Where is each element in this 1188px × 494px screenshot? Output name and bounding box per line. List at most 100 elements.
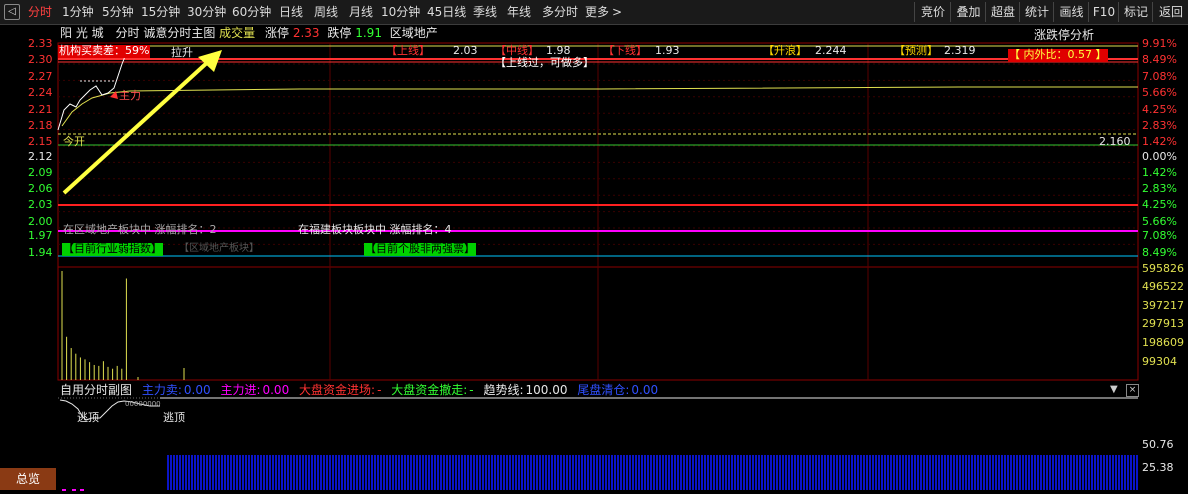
escape-top-label-2: 逃顶 bbox=[163, 411, 185, 424]
percent-axis-label: 7.08% bbox=[1142, 229, 1177, 242]
open-value: 2.160 bbox=[1099, 135, 1131, 148]
percent-axis-label: 9.91% bbox=[1142, 37, 1177, 50]
inner-outer-ratio: 【 内外比：0.57 】 bbox=[1008, 48, 1108, 62]
market-out-value: - bbox=[469, 383, 474, 397]
period-tab-0[interactable]: 分时 bbox=[28, 0, 52, 24]
toolbar-button-1[interactable]: 叠加 bbox=[950, 2, 986, 22]
percent-axis-label: 1.42% bbox=[1142, 135, 1177, 148]
limit-up-value: 2.33 bbox=[292, 26, 320, 40]
rise-wave-label: 【升浪】 bbox=[763, 44, 807, 57]
volume-axis-label: 496522 bbox=[1142, 280, 1184, 293]
mode-label: 分时 bbox=[115, 26, 140, 40]
price-axis-label: 2.06 bbox=[28, 182, 53, 195]
price-axis-label: 1.97 bbox=[28, 229, 53, 242]
percent-axis-label: 8.49% bbox=[1142, 53, 1177, 66]
period-tab-11[interactable]: 季线 bbox=[473, 0, 497, 24]
sub-axis-label: 25.38 bbox=[1142, 461, 1174, 474]
sub-dropdown-icon[interactable]: ▼ bbox=[1110, 384, 1118, 395]
period-tab-2[interactable]: 5分钟 bbox=[102, 0, 134, 24]
period-tab-7[interactable]: 周线 bbox=[314, 0, 338, 24]
toolbar-button-6[interactable]: 标记 bbox=[1118, 2, 1153, 22]
limit-down-label: 跌停 bbox=[327, 26, 352, 40]
sector-weak-badge: 【目前行业弱指数】 bbox=[62, 242, 163, 256]
period-tab-8[interactable]: 月线 bbox=[349, 0, 373, 24]
sector-rank-label: 在区域地产板块中 涨幅排名：2 bbox=[63, 223, 217, 236]
period-tab-1[interactable]: 1分钟 bbox=[62, 0, 94, 24]
toolbar-button-2[interactable]: 超盘 bbox=[985, 2, 1020, 22]
average-price-line bbox=[61, 86, 1138, 127]
percent-axis-label: 0.00% bbox=[1142, 150, 1177, 163]
percent-axis-label: 8.49% bbox=[1142, 246, 1177, 259]
percent-axis-label: 4.25% bbox=[1142, 103, 1177, 116]
summary-button[interactable]: 总览 bbox=[0, 468, 56, 490]
market-out-label: 大盘资金撤走: bbox=[391, 383, 468, 397]
back-arrow-icon[interactable]: ◁ bbox=[4, 4, 20, 20]
period-tab-10[interactable]: 45日线 bbox=[427, 0, 466, 24]
clear-value: 0.00 bbox=[631, 383, 659, 397]
period-tab-9[interactable]: 10分钟 bbox=[381, 0, 420, 24]
main-buy-value: 0.00 bbox=[262, 383, 290, 397]
period-toolbar: ◁ 分时 1分钟 5分钟 15分钟 30分钟 60分钟 日线 周线 月线 10分钟 45日线 季线 年线… bbox=[0, 0, 1188, 25]
forecast-label: 【预测】 bbox=[894, 44, 938, 57]
toolbar-button-3[interactable]: 统计 bbox=[1019, 2, 1054, 22]
price-axis-label: 2.24 bbox=[28, 86, 53, 99]
volume-axis-label: 297913 bbox=[1142, 317, 1184, 330]
toolbar-button-7[interactable]: 返回 bbox=[1152, 2, 1188, 22]
forecast-value: 2.319 bbox=[944, 44, 976, 57]
main-sell-label: 主力卖: bbox=[141, 383, 182, 397]
price-axis-label: 2.09 bbox=[28, 166, 53, 179]
sub-indicator-header: 自用分时副图 主力卖: 0.00 主力进: 0.00 大盘资金进场: - 大盘资金撤走… bbox=[60, 383, 658, 397]
indicator-name[interactable]: 诚意分时主图 bbox=[143, 26, 215, 40]
period-tab-14[interactable]: 更多 bbox=[585, 0, 609, 24]
chart-header: 阳 光 城 分时 诚意分时主图 成交量 涨停 2.33 跌停 1.91 区域地产 bbox=[60, 26, 438, 40]
volume-label: 成交量 bbox=[219, 26, 256, 40]
stock-name: 阳 光 城 bbox=[60, 26, 104, 40]
price-axis-label: 2.15 bbox=[28, 135, 53, 148]
main-force-label: 主力 bbox=[119, 89, 141, 102]
sub-indicator-title[interactable]: 自用分时副图 bbox=[60, 383, 132, 397]
toolbar-button-0[interactable]: 竞价 bbox=[914, 2, 951, 22]
volume-axis-label: 99304 bbox=[1142, 355, 1177, 368]
trend-arrow-line bbox=[62, 58, 212, 195]
market-in-value: - bbox=[377, 383, 382, 397]
province-rank-label: 在福建板块板块中 涨幅排名：4 bbox=[298, 223, 452, 236]
advice-label: 【上线过，可做多】 bbox=[495, 56, 594, 69]
period-tab-13[interactable]: 多分时 bbox=[542, 0, 578, 24]
sector-board-badge: 【区域地产板块】 bbox=[179, 243, 259, 254]
toolbar-button-5[interactable]: F10 bbox=[1088, 2, 1119, 22]
period-tab-3[interactable]: 15分钟 bbox=[141, 0, 180, 24]
lower-line-value: 1.93 bbox=[655, 44, 680, 57]
toolbar-button-4[interactable]: 画线 bbox=[1053, 2, 1089, 22]
period-tab-4[interactable]: 30分钟 bbox=[187, 0, 226, 24]
limit-down-value: 1.91 bbox=[355, 26, 382, 40]
limit-up-label: 涨停 bbox=[265, 26, 290, 40]
volume-axis-label: 595826 bbox=[1142, 262, 1184, 275]
not-strong-badge: 【目前个股非两强票】 bbox=[364, 242, 476, 256]
more-chevron-icon[interactable]: > bbox=[612, 0, 622, 24]
main-sell-value: 0.00 bbox=[183, 383, 211, 397]
period-tab-12[interactable]: 年线 bbox=[507, 0, 531, 24]
percent-axis-label: 2.83% bbox=[1142, 119, 1177, 132]
sub-close-icon[interactable]: × bbox=[1126, 384, 1139, 397]
price-axis-label: 2.21 bbox=[28, 103, 53, 116]
percent-axis-label: 4.25% bbox=[1142, 198, 1177, 211]
price-axis-label: 2.33 bbox=[28, 37, 53, 50]
percent-axis-label: 2.83% bbox=[1142, 182, 1177, 195]
escape-top-label-1: 逃顶 bbox=[77, 411, 99, 424]
upper-line-label: 【上线】 bbox=[386, 44, 430, 57]
trend-label: 趋势线: bbox=[483, 383, 524, 397]
period-tab-5[interactable]: 60分钟 bbox=[232, 0, 271, 24]
price-axis-label: 2.27 bbox=[28, 70, 53, 83]
market-in-label: 大盘资金进场: bbox=[299, 383, 376, 397]
period-tab-6[interactable]: 日线 bbox=[279, 0, 303, 24]
clear-label: 尾盘清仓: bbox=[577, 383, 630, 397]
today-open-label: 今开 bbox=[63, 135, 85, 148]
lower-line-label: 【下线】 bbox=[603, 44, 647, 57]
rise-wave-value: 2.244 bbox=[815, 44, 847, 57]
percent-axis-label: 5.66% bbox=[1142, 215, 1177, 228]
limit-analysis-link[interactable]: 涨跌停分析 bbox=[1034, 26, 1094, 43]
price-axis-label: 2.12 bbox=[28, 150, 53, 163]
price-axis-label: 2.18 bbox=[28, 119, 53, 132]
percent-axis-label: 7.08% bbox=[1142, 70, 1177, 83]
upper-line-value: 2.03 bbox=[453, 44, 478, 57]
